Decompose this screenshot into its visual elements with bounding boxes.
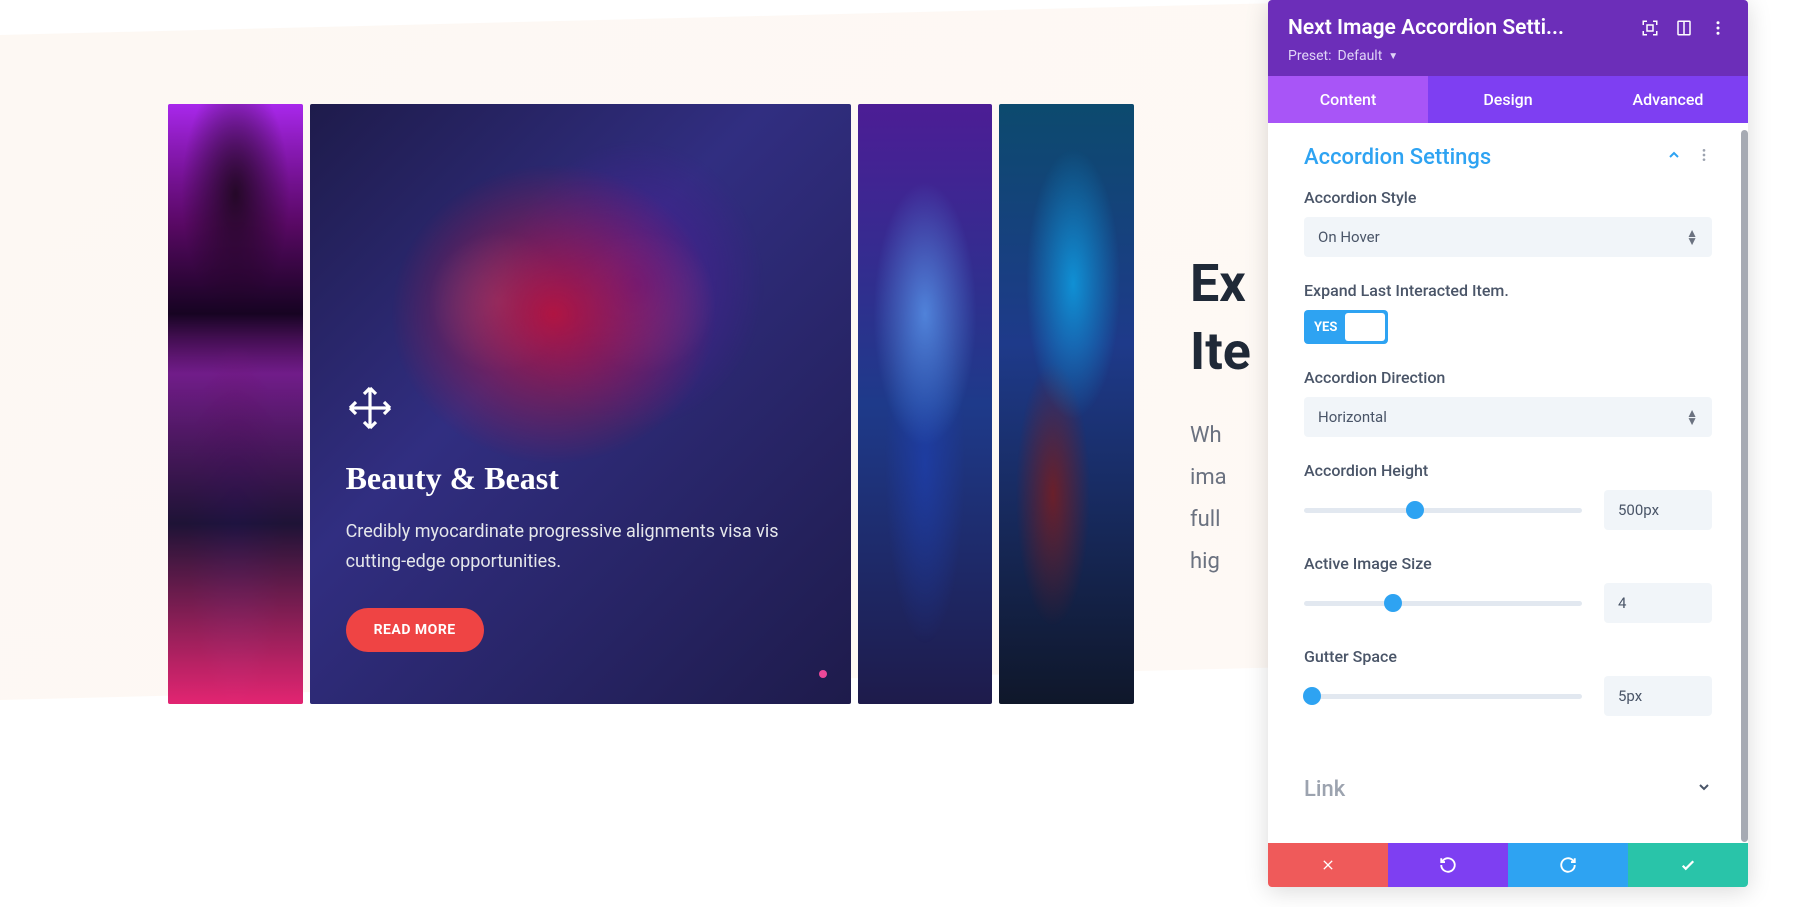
panel-title: Next Image Accordion Setti... — [1288, 16, 1626, 40]
preset-selector[interactable]: Preset: Default ▼ — [1288, 48, 1728, 64]
tab-design[interactable]: Design — [1428, 76, 1588, 123]
slide-title: Beauty & Beast — [346, 460, 815, 497]
move-arrows-icon — [346, 384, 394, 432]
field-accordion-style: Accordion Style On Hover ▲▼ — [1304, 188, 1712, 257]
select-caret-icon: ▲▼ — [1686, 409, 1698, 426]
accordion-slide-2-active[interactable]: Beauty & Beast Credibly myocardinate pro… — [310, 104, 851, 704]
caret-down-icon: ▼ — [1388, 51, 1398, 62]
accordion-slide-1[interactable] — [168, 104, 303, 704]
section-title: Accordion Settings — [1304, 145, 1491, 170]
panel-footer — [1268, 843, 1748, 887]
panel-tabs: Content Design Advanced — [1268, 76, 1748, 123]
section-link-header[interactable]: Link — [1268, 746, 1748, 820]
tab-content[interactable]: Content — [1268, 76, 1428, 123]
chevron-down-icon — [1696, 779, 1712, 800]
side-heading: ExIte — [1190, 250, 1251, 385]
read-more-button[interactable]: READ MORE — [346, 608, 484, 652]
active-image-size-input[interactable]: 4 — [1604, 583, 1712, 623]
active-image-size-slider[interactable] — [1304, 601, 1582, 606]
image-accordion: Beauty & Beast Credibly myocardinate pro… — [168, 104, 1134, 704]
settings-panel: Next Image Accordion Setti... Preset: De… — [1268, 0, 1748, 887]
slide-description: Credibly myocardinate progressive alignm… — [346, 517, 806, 578]
section-more-icon[interactable] — [1696, 147, 1712, 168]
slider-thumb[interactable] — [1303, 687, 1321, 705]
side-paragraph: Whimafullhig — [1190, 415, 1251, 582]
pagination-dot[interactable] — [819, 670, 827, 678]
field-label: Accordion Style — [1304, 188, 1712, 207]
section-accordion-settings-header[interactable]: Accordion Settings — [1268, 123, 1748, 188]
section-title: Link — [1304, 777, 1345, 802]
cancel-button[interactable] — [1268, 843, 1388, 887]
slider-thumb[interactable] — [1384, 594, 1402, 612]
gutter-space-slider[interactable] — [1304, 694, 1582, 699]
responsive-view-icon[interactable] — [1674, 18, 1694, 38]
slider-thumb[interactable] — [1406, 501, 1424, 519]
accordion-direction-select[interactable]: Horizontal ▲▼ — [1304, 397, 1712, 437]
field-label: Active Image Size — [1304, 554, 1712, 573]
field-gutter-space: Gutter Space 5px — [1304, 647, 1712, 716]
tab-advanced[interactable]: Advanced — [1588, 76, 1748, 123]
field-label: Accordion Direction — [1304, 368, 1712, 387]
page-side-text: ExIte Whimafullhig — [1190, 250, 1251, 582]
section-accordion-settings-body: Accordion Style On Hover ▲▼ Expand Last … — [1268, 188, 1748, 746]
accordion-style-select[interactable]: On Hover ▲▼ — [1304, 217, 1712, 257]
toggle-knob — [1345, 313, 1385, 341]
accordion-height-input[interactable]: 500px — [1604, 490, 1712, 530]
field-label: Gutter Space — [1304, 647, 1712, 666]
slide-overlay-content: Beauty & Beast Credibly myocardinate pro… — [346, 384, 815, 652]
panel-body[interactable]: Accordion Settings Accordion Style On Ho… — [1268, 123, 1748, 843]
gutter-space-input[interactable]: 5px — [1604, 676, 1712, 716]
undo-button[interactable] — [1388, 843, 1508, 887]
field-label: Expand Last Interacted Item. — [1304, 281, 1712, 300]
field-label: Accordion Height — [1304, 461, 1712, 480]
field-expand-last: Expand Last Interacted Item. YES — [1304, 281, 1712, 344]
redo-button[interactable] — [1508, 843, 1628, 887]
accordion-slide-3[interactable] — [858, 104, 993, 704]
accordion-slide-4[interactable] — [999, 104, 1134, 704]
field-accordion-direction: Accordion Direction Horizontal ▲▼ — [1304, 368, 1712, 437]
field-active-image-size: Active Image Size 4 — [1304, 554, 1712, 623]
accordion-height-slider[interactable] — [1304, 508, 1582, 513]
panel-header: Next Image Accordion Setti... Preset: De… — [1268, 0, 1748, 76]
save-button[interactable] — [1628, 843, 1748, 887]
panel-scrollbar[interactable] — [1741, 130, 1748, 842]
expand-last-toggle[interactable]: YES — [1304, 310, 1388, 344]
field-accordion-height: Accordion Height 500px — [1304, 461, 1712, 530]
expand-module-icon[interactable] — [1640, 18, 1660, 38]
select-caret-icon: ▲▼ — [1686, 229, 1698, 246]
chevron-up-icon — [1666, 147, 1682, 168]
more-options-icon[interactable] — [1708, 18, 1728, 38]
